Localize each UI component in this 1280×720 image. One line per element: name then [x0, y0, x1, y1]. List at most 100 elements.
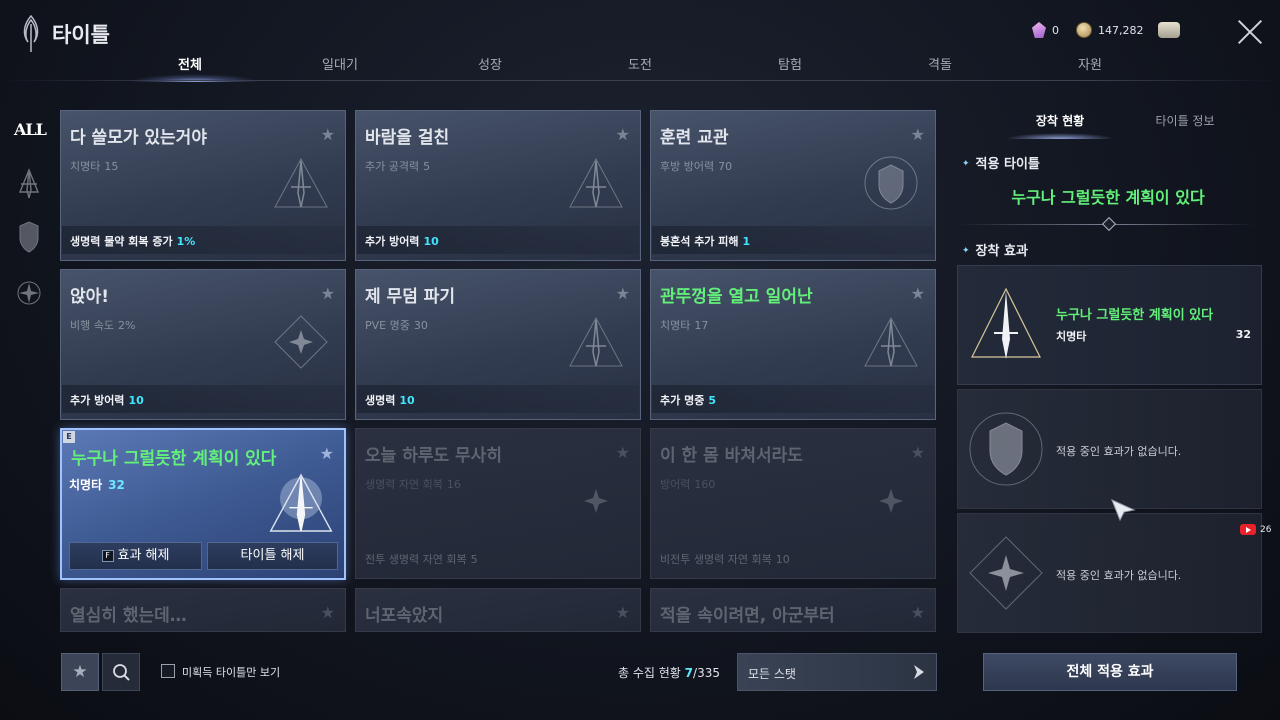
release-title-button[interactable]: 타이틀 해제 — [207, 542, 338, 570]
title-card[interactable]: 훈련 교관 ★ 후방 방어력 70 봉혼석 추가 피해 1 — [650, 110, 936, 261]
favorite-star-icon[interactable]: ★ — [616, 125, 630, 144]
title-card[interactable]: 적을 속이려면, 아군부터 ★ — [650, 588, 936, 632]
card-stat: 비행 속도 2% — [70, 317, 135, 333]
favorite-star-icon[interactable]: ★ — [911, 603, 925, 622]
title-card[interactable]: 이 한 몸 바쳐서라도 ★ 방어력 160 비전투 생명력 자연 회복 10 — [650, 428, 936, 579]
sword-emblem-icon — [864, 316, 918, 367]
tab-all[interactable]: 전체 — [140, 54, 240, 73]
favorite-star-icon[interactable]: ★ — [321, 125, 335, 144]
favorite-star-icon[interactable]: ★ — [320, 444, 334, 463]
card-bonus-value: 10 — [775, 553, 790, 566]
card-stat-label: 치명타 — [69, 478, 103, 492]
equipped-badge: E — [63, 431, 75, 443]
tab-exploration[interactable]: 탐험 — [740, 54, 840, 73]
all-applied-effects-button[interactable]: 전체 적용 효과 — [983, 653, 1237, 691]
card-stat-label: 후방 방어력 — [660, 160, 715, 173]
card-stat: PVE 명중 30 — [365, 317, 428, 333]
card-stat-label: 생명력 자연 회복 — [365, 478, 443, 491]
card-bonus: 생명력 10 — [365, 392, 415, 408]
tab-biography[interactable]: 일대기 — [290, 54, 390, 73]
card-bonus-label: 생명력 — [365, 394, 396, 407]
favorite-star-icon[interactable]: ★ — [616, 603, 630, 622]
title-card-selected[interactable]: E 누구나 그럴듯한 계획이 있다 ★ 치명타 32 F 효과 해제 타이틀 해제 — [60, 428, 346, 580]
title-card[interactable]: 바람을 걸친 ★ 추가 공격력 5 추가 방어력 10 — [355, 110, 641, 261]
title-card[interactable]: 관뚜껑을 열고 일어난 ★ 치명타 17 추가 명중 5 — [650, 269, 936, 420]
filter-all[interactable]: ALL — [14, 120, 47, 139]
gem-currency: 0 — [1032, 22, 1059, 38]
card-bonus-value: 10 — [423, 235, 439, 248]
sword-emblem-icon — [269, 473, 333, 532]
star-emblem-icon — [879, 489, 903, 513]
tab-challenge[interactable]: 도전 — [590, 54, 690, 73]
card-stat-label: PVE 명중 — [365, 319, 410, 332]
favorite-star-icon[interactable]: ★ — [911, 443, 925, 462]
favorite-star-icon[interactable]: ★ — [321, 603, 335, 622]
favorite-filter-button[interactable]: ★ — [61, 653, 99, 691]
youtube-icon — [1240, 524, 1256, 535]
effect-empty-text: 적용 중인 효과가 없습니다. — [1056, 569, 1182, 582]
favorite-star-icon[interactable]: ★ — [321, 284, 335, 303]
title-card[interactable]: 열심히 했는데… ★ — [60, 588, 346, 632]
title-card[interactable]: 오늘 하루도 무사히 ★ 생명력 자연 회복 16 전투 생명력 자연 회복 5 — [355, 428, 641, 579]
shield-filter-icon[interactable] — [16, 220, 42, 254]
collection-total: /335 — [693, 666, 720, 680]
tab-title-info[interactable]: 타이틀 정보 — [1120, 112, 1250, 129]
card-title-name: 다 쓸모가 있는거야 — [70, 128, 207, 148]
search-button[interactable] — [102, 653, 140, 691]
favorite-star-icon[interactable]: ★ — [616, 284, 630, 303]
star-filter-icon[interactable] — [16, 276, 42, 310]
card-title-name: 앉아! — [70, 287, 110, 307]
card-stat-label: 치명타 — [660, 319, 691, 332]
sword-filter-icon[interactable] — [16, 168, 42, 202]
sword-emblem-icon — [569, 157, 623, 208]
title-card[interactable]: 앉아! ★ 비행 속도 2% 추가 방어력 10 — [60, 269, 346, 420]
favorite-star-icon[interactable]: ★ — [911, 284, 925, 303]
coin-icon — [1076, 22, 1092, 38]
close-icon[interactable] — [1236, 18, 1264, 46]
card-bonus-bar: 추가 방어력 10 — [357, 226, 639, 254]
card-bonus-label: 추가 명중 — [660, 394, 705, 407]
card-bonus: 추가 방어력 10 — [70, 392, 144, 408]
tab-equip-status[interactable]: 장착 현황 — [995, 112, 1125, 129]
tab-clash[interactable]: 격돌 — [890, 54, 990, 73]
favorite-star-icon[interactable]: ★ — [616, 443, 630, 462]
favorite-star-icon[interactable]: ★ — [911, 125, 925, 144]
stat-filter-select[interactable]: 모든 스탯 — [737, 653, 937, 691]
card-title-name: 이 한 몸 바쳐서라도 — [660, 446, 803, 466]
effect-empty-text: 적용 중인 효과가 없습니다. — [1056, 445, 1182, 458]
shield-emblem-icon — [969, 412, 1043, 486]
card-bonus-label: 추가 방어력 — [70, 394, 125, 407]
unacquired-only-checkbox[interactable] — [161, 664, 175, 678]
card-stat-value: 160 — [694, 478, 716, 491]
shield-emblem-icon — [864, 156, 918, 210]
card-title-name: 제 무덤 파기 — [365, 287, 456, 307]
effect-slot: 적용 중인 효과가 없습니다. — [957, 389, 1262, 509]
card-bonus-bar: 생명력 물약 회복 증가 1% — [62, 226, 344, 254]
effect-slot: 적용 중인 효과가 없습니다. — [957, 513, 1262, 633]
tab-resource[interactable]: 자원 — [1040, 54, 1140, 73]
card-bonus: 추가 명중 5 — [660, 392, 716, 408]
card-stat-value: 30 — [413, 319, 428, 332]
sword-emblem-icon — [971, 287, 1041, 359]
title-card[interactable]: 제 무덤 파기 ★ PVE 명중 30 생명력 10 — [355, 269, 641, 420]
page-title: 타이틀 — [52, 23, 110, 47]
title-card[interactable]: 너포속았지 ★ — [355, 588, 641, 632]
card-stat-label: 추가 공격력 — [365, 160, 420, 173]
mouse-cursor-icon — [1111, 499, 1136, 522]
header: 타이틀 0 147,282 전체 일대기 성장 도전 탐험 격돌 자원 — [0, 0, 1280, 82]
star-icon: ★ — [72, 662, 88, 682]
card-bonus-bar: 비전투 생명력 자연 회복 10 — [652, 544, 934, 572]
tab-growth[interactable]: 성장 — [440, 54, 540, 73]
card-stat-label: 비행 속도 — [70, 319, 114, 332]
card-bonus-label: 추가 방어력 — [365, 235, 420, 248]
card-bonus-value: 1% — [176, 235, 196, 248]
search-icon — [113, 664, 130, 681]
sword-emblem-icon — [569, 316, 623, 367]
card-stat: 방어력 160 — [660, 476, 715, 492]
card-bonus-value: 10 — [399, 394, 415, 407]
release-effect-button[interactable]: F 효과 해제 — [69, 542, 202, 570]
card-bonus: 생명력 물약 회복 증가 1% — [70, 233, 195, 249]
title-card[interactable]: 다 쓸모가 있는거야 ★ 치명타 15 생명력 물약 회복 증가 1% — [60, 110, 346, 261]
scroll-icon[interactable] — [1158, 22, 1180, 38]
effect-title-name: 누구나 그럴듯한 계획이 있다 — [1056, 308, 1214, 323]
